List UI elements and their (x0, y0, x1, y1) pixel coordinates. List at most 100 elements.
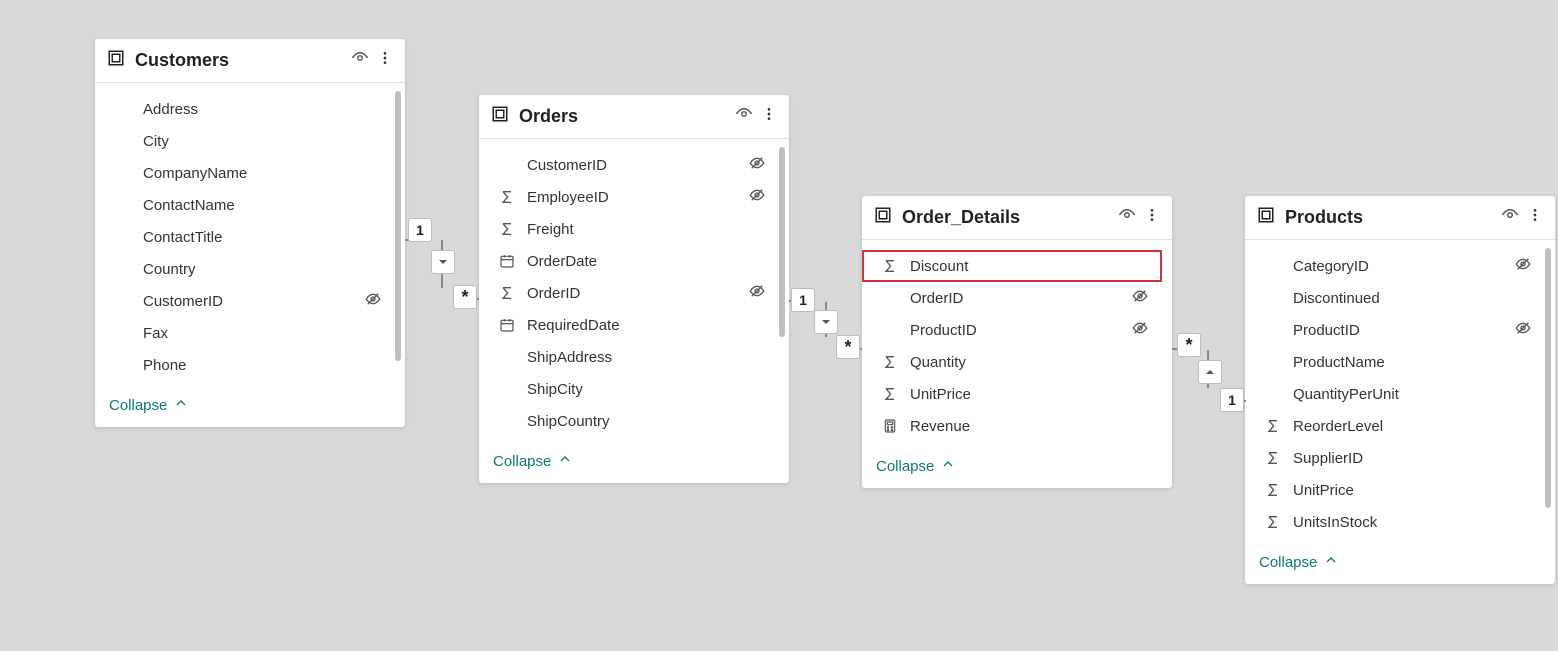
hidden-icon (1132, 320, 1148, 340)
field-list: Address City CompanyName ContactName Contact… (95, 83, 395, 387)
table-icon (1257, 206, 1275, 229)
kebab-menu-icon[interactable] (1144, 207, 1160, 228)
table-order-details[interactable]: Order_Details DiscountOrderID ProductID Qu… (862, 196, 1172, 488)
model-canvas[interactable]: Customers Address City CompanyName ContactN… (0, 0, 1558, 651)
field-name: OrderDate (527, 253, 765, 270)
field-name: ContactTitle (143, 229, 381, 246)
kebab-menu-icon[interactable] (1527, 207, 1543, 228)
field-name: UnitPrice (910, 386, 1148, 403)
field-row[interactable]: OrderID (862, 282, 1162, 314)
calendar-icon (497, 253, 517, 269)
scrollbar[interactable] (1545, 248, 1551, 508)
sigma-icon (880, 386, 900, 402)
field-row[interactable]: ProductID (1245, 314, 1545, 346)
field-row[interactable]: UnitPrice (1245, 474, 1545, 506)
scrollbar[interactable] (395, 91, 401, 361)
field-row[interactable]: Quantity (862, 346, 1162, 378)
collapse-button[interactable]: Collapse (1245, 544, 1555, 584)
field-row[interactable]: Discontinued (1245, 282, 1545, 314)
field-row[interactable]: Discount (862, 250, 1162, 282)
field-name: Fax (143, 325, 381, 342)
eye-icon[interactable] (1501, 206, 1519, 229)
collapse-button[interactable]: Collapse (862, 448, 1172, 488)
field-row[interactable]: CustomerID (479, 149, 779, 181)
cardinality-many: * (1177, 333, 1201, 357)
field-name: City (143, 133, 381, 150)
sigma-icon (1263, 514, 1283, 530)
field-row[interactable]: ContactName (95, 189, 395, 221)
filter-direction-down-icon (814, 310, 838, 334)
field-row[interactable]: RequiredDate (479, 309, 779, 341)
filter-direction-down-icon (431, 250, 455, 274)
scrollbar[interactable] (779, 147, 785, 337)
collapse-button[interactable]: Collapse (95, 387, 405, 427)
field-row[interactable]: UnitsInStock (1245, 506, 1545, 538)
sigma-icon (497, 221, 517, 237)
field-row[interactable]: Address (95, 93, 395, 125)
field-row[interactable]: ProductID (862, 314, 1162, 346)
sigma-icon (1263, 450, 1283, 466)
field-name: CompanyName (143, 165, 381, 182)
field-name: Discontinued (1293, 290, 1531, 307)
field-row[interactable]: SupplierID (1245, 442, 1545, 474)
collapse-button[interactable]: Collapse (479, 443, 789, 483)
cardinality-one: 1 (408, 218, 432, 242)
field-row[interactable]: EmployeeID (479, 181, 779, 213)
table-header[interactable]: Customers (95, 39, 405, 83)
hidden-icon (1515, 320, 1531, 340)
eye-icon[interactable] (1118, 206, 1136, 229)
chevron-up-icon (1323, 552, 1339, 572)
eye-icon[interactable] (735, 105, 753, 128)
field-row[interactable]: ContactTitle (95, 221, 395, 253)
table-icon (874, 206, 892, 229)
field-row[interactable]: ShipCity (479, 373, 779, 405)
field-name: Freight (527, 221, 765, 238)
field-row[interactable]: ProductName (1245, 346, 1545, 378)
field-row[interactable]: Freight (479, 213, 779, 245)
field-list: CategoryID Discontinued ProductID ProductNa… (1245, 240, 1545, 544)
field-row[interactable]: CompanyName (95, 157, 395, 189)
field-name: ProductName (1293, 354, 1531, 371)
field-name: Revenue (910, 418, 1148, 435)
field-row[interactable]: Fax (95, 317, 395, 349)
field-list: DiscountOrderID ProductID Quantity UnitPric… (862, 240, 1162, 448)
sigma-icon (1263, 418, 1283, 434)
sigma-icon (880, 258, 900, 274)
field-row[interactable]: CustomerID (95, 285, 395, 317)
field-name: SupplierID (1293, 450, 1531, 467)
hidden-icon (749, 187, 765, 207)
field-row[interactable]: OrderID (479, 277, 779, 309)
sigma-icon (880, 354, 900, 370)
field-row[interactable]: ShipAddress (479, 341, 779, 373)
table-customers[interactable]: Customers Address City CompanyName ContactN… (95, 39, 405, 427)
table-products[interactable]: Products CategoryID Discontinued ProductID… (1245, 196, 1555, 584)
field-row[interactable]: OrderDate (479, 245, 779, 277)
table-icon (107, 49, 125, 72)
field-name: CustomerID (143, 293, 365, 310)
field-name: CustomerID (527, 157, 749, 174)
calculator-icon (880, 418, 900, 434)
field-row[interactable]: ReorderLevel (1245, 410, 1545, 442)
chevron-up-icon (557, 451, 573, 471)
field-row[interactable]: Phone (95, 349, 395, 381)
field-row[interactable]: ShipCountry (479, 405, 779, 437)
field-row[interactable]: UnitPrice (862, 378, 1162, 410)
table-header[interactable]: Orders (479, 95, 789, 139)
cardinality-many: * (836, 335, 860, 359)
field-row[interactable]: CategoryID (1245, 250, 1545, 282)
field-row[interactable]: City (95, 125, 395, 157)
table-title: Customers (135, 50, 351, 71)
table-icon (491, 105, 509, 128)
kebab-menu-icon[interactable] (377, 50, 393, 71)
field-row[interactable]: Country (95, 253, 395, 285)
field-name: ProductID (910, 322, 1132, 339)
field-row[interactable]: Revenue (862, 410, 1162, 442)
kebab-menu-icon[interactable] (761, 106, 777, 127)
field-name: UnitPrice (1293, 482, 1531, 499)
table-header[interactable]: Order_Details (862, 196, 1172, 240)
table-header[interactable]: Products (1245, 196, 1555, 240)
field-row[interactable]: QuantityPerUnit (1245, 378, 1545, 410)
table-orders[interactable]: Orders CustomerID EmployeeID Freight OrderD… (479, 95, 789, 483)
eye-icon[interactable] (351, 49, 369, 72)
field-name: OrderID (527, 285, 749, 302)
